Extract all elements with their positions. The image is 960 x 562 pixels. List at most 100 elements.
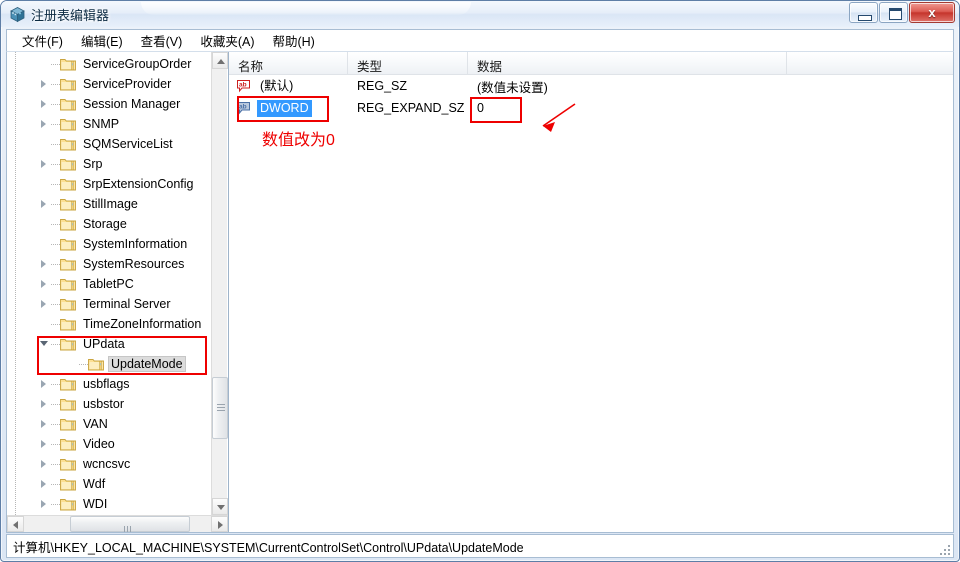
- tree-item-label: SrpExtensionConfig: [83, 177, 194, 191]
- tree-item-label: StillImage: [83, 197, 138, 211]
- tree-item-wdf[interactable]: Wdf: [7, 474, 212, 494]
- scroll-up-arrow-icon[interactable]: [212, 52, 228, 69]
- tree-item-updata[interactable]: UPdata: [7, 334, 212, 354]
- tree-expander-collapsed-icon[interactable]: [37, 194, 51, 214]
- tree-item-van[interactable]: VAN: [7, 414, 212, 434]
- tree-expander-none: [37, 54, 51, 74]
- menu-view[interactable]: 查看(V): [132, 29, 192, 52]
- tree-item-label: usbstor: [83, 397, 124, 411]
- column-header-type[interactable]: 类型: [348, 52, 468, 74]
- tree-expander-collapsed-icon[interactable]: [37, 454, 51, 474]
- tree-item-sqmservicelist[interactable]: SQMServiceList: [7, 134, 212, 154]
- tree-connector: [51, 154, 60, 174]
- maximize-button[interactable]: [879, 2, 908, 23]
- folder-icon: [60, 217, 76, 231]
- tree-item-label: Wdf: [83, 477, 106, 491]
- tree-item-usbflags[interactable]: usbflags: [7, 374, 212, 394]
- status-path: 计算机\HKEY_LOCAL_MACHINE\SYSTEM\CurrentCon…: [13, 540, 524, 555]
- tree-connector: [51, 54, 60, 74]
- tree-item-systemresources[interactable]: SystemResources: [7, 254, 212, 274]
- tree-item-session-manager[interactable]: Session Manager: [7, 94, 212, 114]
- value-type-cell: REG_SZ: [357, 79, 408, 93]
- column-header-name[interactable]: 名称: [229, 52, 348, 74]
- tree-item-wdi[interactable]: WDI: [7, 494, 212, 514]
- folder-icon: [60, 97, 76, 111]
- tree-expander-collapsed-icon[interactable]: [37, 474, 51, 494]
- value-name-label: (默认): [260, 78, 294, 93]
- value-type-cell: REG_EXPAND_SZ: [357, 101, 465, 115]
- tree-item-usbstor[interactable]: usbstor: [7, 394, 212, 414]
- tree-item-label: TimeZoneInformation: [83, 317, 202, 331]
- scroll-down-arrow-icon[interactable]: [212, 498, 228, 515]
- folder-icon: [60, 177, 76, 191]
- tree-item-label: wcncsvc: [83, 457, 131, 471]
- registry-tree-pane[interactable]: ServiceGroupOrder ServiceProvider Session …: [7, 52, 229, 532]
- tree-connector: [51, 274, 60, 294]
- folder-icon: [60, 497, 76, 511]
- tree-connector: [51, 394, 60, 414]
- tree-item-label: Session Manager: [83, 97, 181, 111]
- tree-item-storage[interactable]: Storage: [7, 214, 212, 234]
- tree-expander-collapsed-icon[interactable]: [37, 254, 51, 274]
- scroll-grip-icon: [217, 404, 225, 412]
- folder-icon: [60, 337, 76, 351]
- tree-item-label: Video: [83, 437, 115, 451]
- tree-item-label: UpdateMode: [108, 356, 186, 372]
- registry-tree-list: ServiceGroupOrder ServiceProvider Session …: [7, 54, 212, 514]
- tree-connector: [51, 134, 60, 154]
- tree-expander-collapsed-icon[interactable]: [37, 374, 51, 394]
- menu-help[interactable]: 帮助(H): [263, 29, 323, 52]
- tree-item-systeminformation[interactable]: SystemInformation: [7, 234, 212, 254]
- tree-item-label: VAN: [83, 417, 108, 431]
- table-row[interactable]: ab (默认) REG_SZ (数值未设置): [229, 75, 953, 97]
- tree-expander-collapsed-icon[interactable]: [37, 154, 51, 174]
- tree-expander-expanded-icon[interactable]: [37, 334, 51, 354]
- tree-expander-collapsed-icon[interactable]: [37, 294, 51, 314]
- scroll-left-arrow-icon[interactable]: [7, 516, 24, 532]
- tree-expander-collapsed-icon[interactable]: [37, 414, 51, 434]
- tree-hscroll-thumb[interactable]: [70, 516, 190, 532]
- title-bar[interactable]: 注册表编辑器 x: [1, 1, 959, 27]
- menu-edit[interactable]: 编辑(E): [72, 29, 132, 52]
- registry-values-pane[interactable]: 名称 类型 数据 ab (默认) REG_SZ (数值未设置) ab DWORD REG_E…: [229, 52, 953, 532]
- tree-item-label: Srp: [83, 157, 103, 171]
- tree-expander-none: [37, 314, 51, 334]
- scroll-right-arrow-icon[interactable]: [211, 516, 228, 532]
- tree-item-serviceprovider[interactable]: ServiceProvider: [7, 74, 212, 94]
- tree-item-video[interactable]: Video: [7, 434, 212, 454]
- tree-connector: [51, 214, 60, 234]
- table-row[interactable]: ab DWORD REG_EXPAND_SZ 0: [229, 97, 953, 119]
- tree-item-tabletpc[interactable]: TabletPC: [7, 274, 212, 294]
- tree-item-updatemode[interactable]: UpdateMode: [7, 354, 212, 374]
- tree-item-timezoneinformation[interactable]: TimeZoneInformation: [7, 314, 212, 334]
- tree-item-wcncsvc[interactable]: wcncsvc: [7, 454, 212, 474]
- folder-icon: [88, 357, 104, 371]
- tree-vscroll-thumb[interactable]: [212, 377, 228, 439]
- column-header-data[interactable]: 数据: [468, 52, 787, 74]
- resize-grip-icon[interactable]: [938, 543, 950, 555]
- folder-icon: [60, 437, 76, 451]
- tree-item-terminal-server[interactable]: Terminal Server: [7, 294, 212, 314]
- tree-expander-collapsed-icon[interactable]: [37, 494, 51, 514]
- tree-item-label: SystemInformation: [83, 237, 188, 251]
- close-icon: x: [928, 5, 936, 20]
- tree-item-srp[interactable]: Srp: [7, 154, 212, 174]
- tree-vertical-scrollbar[interactable]: [211, 52, 228, 515]
- menu-favorites[interactable]: 收藏夹(A): [191, 29, 263, 52]
- tree-item-servicegrouporder[interactable]: ServiceGroupOrder: [7, 54, 212, 74]
- close-button[interactable]: x: [909, 2, 955, 23]
- tree-item-srpextensionconfig[interactable]: SrpExtensionConfig: [7, 174, 212, 194]
- tree-expander-collapsed-icon[interactable]: [37, 74, 51, 94]
- tree-item-snmp[interactable]: SNMP: [7, 114, 212, 134]
- tree-expander-collapsed-icon[interactable]: [37, 274, 51, 294]
- folder-icon: [60, 257, 76, 271]
- tree-expander-collapsed-icon[interactable]: [37, 114, 51, 134]
- tree-item-stillimage[interactable]: StillImage: [7, 194, 212, 214]
- tree-expander-collapsed-icon[interactable]: [37, 434, 51, 454]
- tree-expander-collapsed-icon[interactable]: [37, 394, 51, 414]
- tree-expander-collapsed-icon[interactable]: [37, 94, 51, 114]
- minimize-button[interactable]: [849, 2, 878, 23]
- menu-file[interactable]: 文件(F): [13, 29, 72, 52]
- tree-horizontal-scrollbar[interactable]: [7, 515, 228, 532]
- svg-text:ab: ab: [239, 103, 247, 110]
